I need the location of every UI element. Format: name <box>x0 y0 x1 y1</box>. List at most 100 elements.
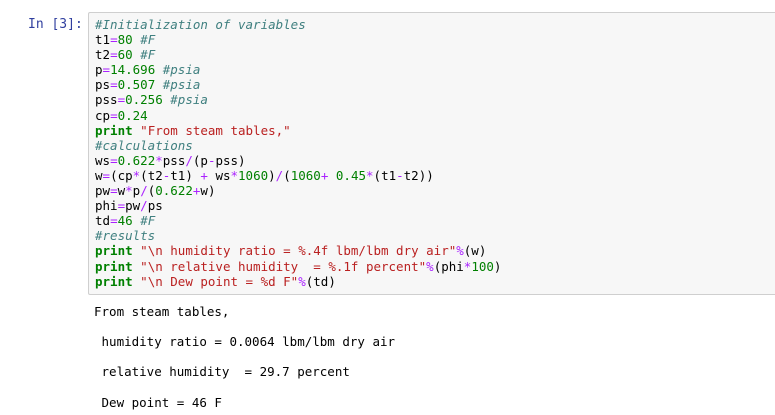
code-line: phi=pw/ps <box>95 198 501 213</box>
code-line: ws=0.622*pss/(p-pss) <box>95 153 501 168</box>
code-token: * <box>366 167 374 183</box>
code-token: 100 <box>471 258 494 274</box>
code-token: (t1 <box>373 167 397 183</box>
code-line: t2=60 #F <box>95 47 501 62</box>
code-line: t1=80 #F <box>95 32 501 47</box>
code-token: t1 <box>95 32 111 48</box>
output-line-relative-humidity: relative humidity = 29.7 percent <box>94 364 350 379</box>
code-token: #psia <box>170 92 208 108</box>
code-token: % <box>426 258 434 274</box>
code-token: = <box>117 198 126 214</box>
code-input-area[interactable]: #Initialization of variables t1=80 #F t2=6… <box>88 12 775 295</box>
code-token: pss) <box>215 152 246 168</box>
code-token: / <box>140 183 148 199</box>
code-token: w <box>117 183 126 199</box>
code-token: ws <box>207 167 231 183</box>
code-token: t2)) <box>403 167 434 183</box>
code-line: p=14.696 #psia <box>95 62 501 77</box>
code-token: #Initialization of variables <box>95 17 306 32</box>
code-token: = <box>102 62 111 78</box>
code-token: * <box>230 167 239 183</box>
code-token: #calculations <box>95 137 193 153</box>
code-token: ) <box>268 167 276 183</box>
code-token: * <box>125 183 133 199</box>
code-token: 0.24 <box>117 107 148 123</box>
code-token: cp <box>95 107 111 123</box>
code-token: (td) <box>305 273 336 289</box>
code-token: 0.45 <box>335 167 367 183</box>
code-token: = <box>110 77 118 93</box>
code-token: (t2 <box>140 167 163 183</box>
code-token: pss <box>95 92 118 108</box>
code-line: #Initialization of variables <box>95 17 501 32</box>
code-token: "From steam tables," <box>140 122 291 138</box>
code-line: td=46 #F <box>95 213 501 228</box>
code-line: #calculations <box>95 138 501 153</box>
code-token: - <box>396 167 404 183</box>
code-token: = <box>110 183 118 199</box>
code-line: ps=0.507 #psia <box>95 77 501 92</box>
code-line: #results <box>95 228 501 243</box>
code-token: "\n humidity ratio = %.4f lbm/lbm dry ai… <box>140 243 457 259</box>
code-token: ) <box>493 258 502 274</box>
code-token: 0.256 <box>125 92 163 108</box>
code-token: ps <box>95 77 111 93</box>
code-line: w=(cp*(t2-t1) + ws*1060)/(1060+ 0.45*(t1… <box>95 168 501 183</box>
code-token: p <box>95 62 103 78</box>
code-token: t1) <box>170 167 201 183</box>
code-line: pss=0.256 #psia <box>95 92 501 107</box>
code-token: #psia <box>162 77 201 93</box>
code-token: "\n relative humidity = %.1f percent" <box>140 258 427 274</box>
code-token: % <box>298 273 306 289</box>
code-token: print <box>95 273 133 289</box>
code-token: = <box>110 107 118 123</box>
code-token: 80 <box>117 32 133 48</box>
code-token: pw <box>125 198 141 214</box>
code-token: ws <box>95 152 111 168</box>
code-token: phi <box>95 198 118 214</box>
code-editor[interactable]: #Initialization of variables t1=80 #F t2=6… <box>95 17 501 289</box>
code-token: * <box>155 152 163 168</box>
code-token: #F <box>140 47 156 63</box>
code-line: print "\n Dew point = %d F"%(td) <box>95 274 501 289</box>
code-token: / <box>140 198 148 214</box>
code-token: ( <box>283 167 291 183</box>
code-token: 46 <box>117 213 133 229</box>
code-token: #F <box>140 32 156 48</box>
code-token: pss <box>162 152 186 168</box>
code-token: (p <box>192 152 208 168</box>
code-token: (cp <box>110 167 133 183</box>
code-token: = <box>102 167 111 183</box>
code-token: print <box>95 243 133 259</box>
code-token: w <box>95 167 103 183</box>
cell-output: From steam tables, humidity ratio = 0.00… <box>94 304 395 410</box>
input-prompt: In [3]: <box>28 17 83 32</box>
code-token: t2 <box>95 47 111 63</box>
code-token: td <box>95 213 111 229</box>
code-token: (phi <box>433 258 464 274</box>
code-token: "\n Dew point = %d F" <box>140 273 299 289</box>
code-token: 1060 <box>238 167 269 183</box>
code-line: print "From steam tables," <box>95 123 501 138</box>
code-token: print <box>95 258 133 274</box>
code-token: % <box>456 243 464 259</box>
output-line-steam-tables: From steam tables, <box>94 304 230 319</box>
code-token: = <box>117 92 126 108</box>
code-token: (w) <box>463 243 487 259</box>
code-token: + <box>200 167 208 183</box>
output-line-humidity-ratio: humidity ratio = 0.0064 lbm/lbm dry air <box>94 334 396 349</box>
code-token: = <box>110 47 118 63</box>
code-token: 0.622 <box>155 183 193 199</box>
code-token: ps <box>147 198 163 214</box>
code-token: pw <box>95 183 111 199</box>
code-line: cp=0.24 <box>95 108 501 123</box>
code-token: = <box>110 152 118 168</box>
code-token: print <box>95 122 133 138</box>
code-line: pw=w*p/(0.622+w) <box>95 183 501 198</box>
code-line: print "\n humidity ratio = %.4f lbm/lbm … <box>95 243 501 258</box>
code-token: = <box>110 213 118 229</box>
code-token: w) <box>200 183 216 199</box>
